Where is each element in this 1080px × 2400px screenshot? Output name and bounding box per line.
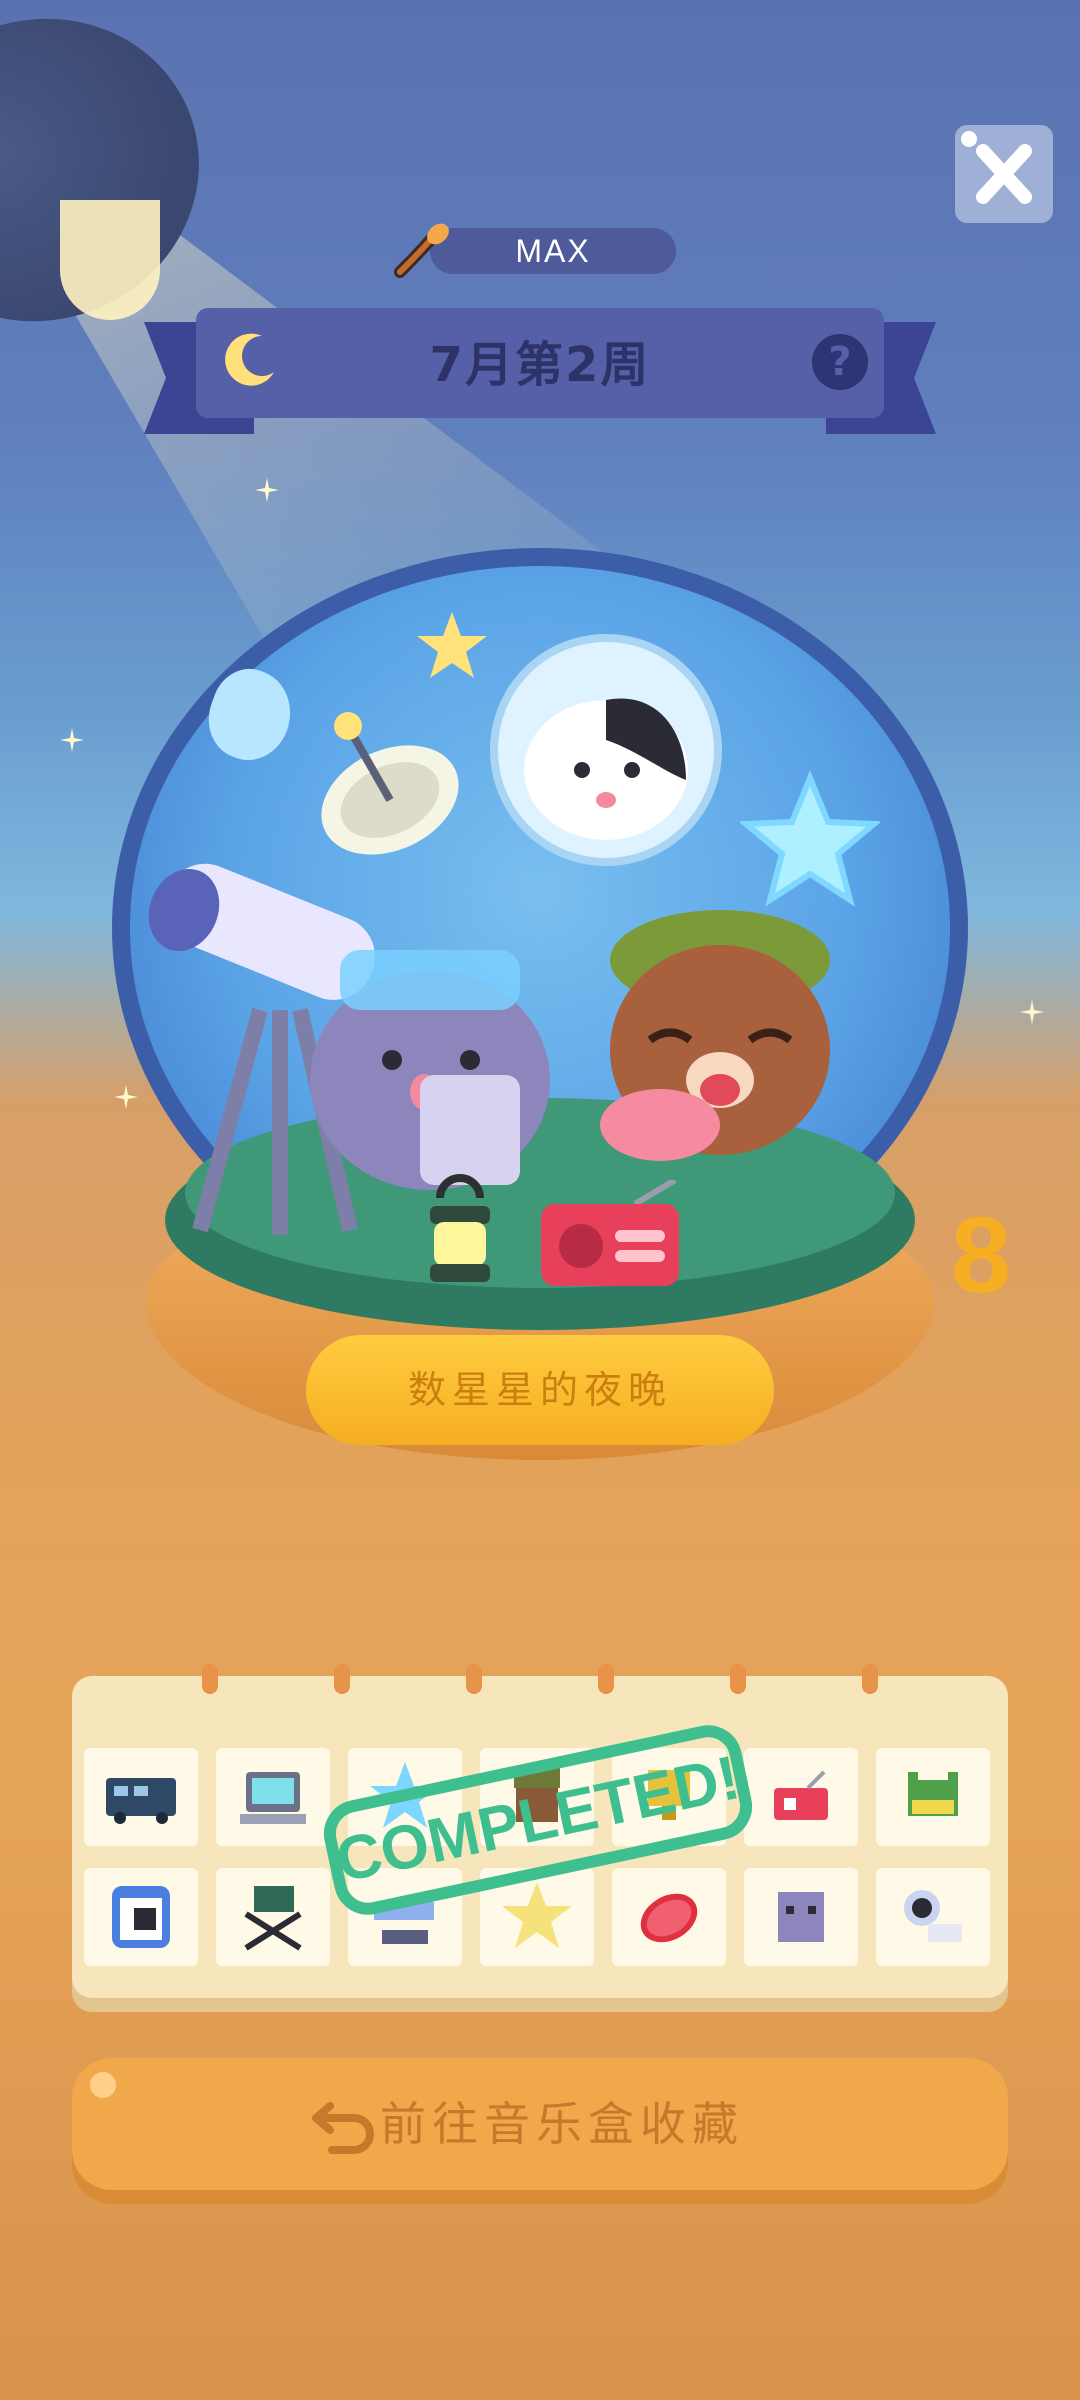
- computer-icon: [240, 1772, 306, 1824]
- gray-cat-icon: [310, 950, 550, 1190]
- moon-icon: [225, 333, 274, 386]
- gray-cat-icon: [778, 1892, 824, 1942]
- satellite-dish-icon: [321, 712, 459, 855]
- blue-star-icon: [740, 770, 880, 907]
- button-highlight: [90, 2072, 116, 2098]
- lantern-icon: [430, 1174, 490, 1282]
- return-arrow-icon: [312, 2102, 374, 2154]
- collection-slot[interactable]: [876, 1868, 990, 1966]
- collection-slot[interactable]: [876, 1748, 990, 1846]
- sparkle-icon: [114, 1085, 138, 1109]
- astronaut-cat-icon: [490, 634, 722, 866]
- steak-icon: [640, 1893, 698, 1943]
- paintbrush-icon: [394, 223, 449, 278]
- card-peg: [202, 1664, 218, 1694]
- week-title: 7月第2周: [429, 337, 651, 393]
- help-icon[interactable]: ?: [812, 334, 868, 390]
- red-radio-icon: [774, 1770, 828, 1820]
- player-label: MAX: [515, 233, 591, 269]
- collection-slot[interactable]: [744, 1748, 858, 1846]
- bus-icon: [106, 1778, 176, 1824]
- camp-chair-icon: [244, 1886, 302, 1951]
- green-frog-icon: [908, 1772, 958, 1816]
- card-peg: [862, 1664, 878, 1694]
- space-cat-icon: [904, 1890, 962, 1942]
- collection-slot[interactable]: [612, 1868, 726, 1966]
- collection-slot[interactable]: [84, 1748, 198, 1846]
- sparkle-icon: [60, 728, 84, 752]
- number-badge: 8: [950, 1194, 1012, 1315]
- yellow-star-icon: [417, 612, 487, 678]
- collection-slot[interactable]: [216, 1748, 330, 1846]
- collection-slot[interactable]: [744, 1868, 858, 1966]
- collection-slot[interactable]: [216, 1868, 330, 1966]
- scene-title: 数星星的夜晚: [407, 1368, 672, 1412]
- sparkle-icon: [255, 478, 279, 502]
- card-peg: [466, 1664, 482, 1694]
- lamp-bulb: [60, 200, 160, 320]
- close-icon: [961, 131, 1032, 204]
- brown-cat-icon: [600, 910, 830, 1161]
- goto-music-box-label: 前往音乐盒收藏: [380, 2097, 744, 2151]
- radio-icon: [541, 1180, 679, 1286]
- game-screen: MAX 7月第2周 ? 数星星的夜晚 8 COMPLETED! 前往音乐盒收藏: [0, 0, 1080, 2400]
- cat-portrait-icon: [112, 1886, 170, 1948]
- card-peg: [730, 1664, 746, 1694]
- close-button[interactable]: [955, 125, 1053, 223]
- collection-slot[interactable]: [84, 1868, 198, 1966]
- card-peg: [598, 1664, 614, 1694]
- sparkle-icon: [1020, 1000, 1044, 1024]
- card-peg: [334, 1664, 350, 1694]
